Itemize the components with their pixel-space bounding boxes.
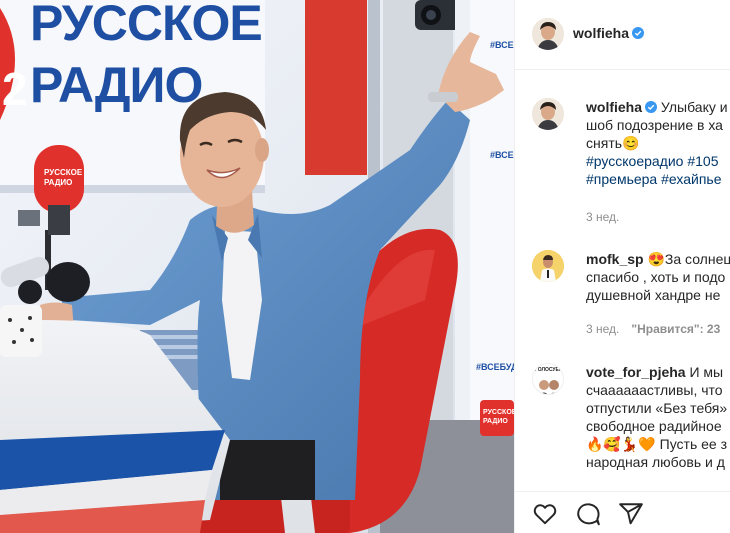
studio-logo-line2: РАДИО xyxy=(30,57,203,113)
side-logo-line1: РУССКОЕ xyxy=(483,409,514,416)
comment-avatar[interactable]: ГОЛОСУЕМ xyxy=(532,363,564,395)
comment-body: vote_for_pjeha И мы счаааааастливы, что … xyxy=(586,363,730,471)
smiling-face-icon: 😊 xyxy=(622,135,640,151)
caption-text-1: Улыбаку и xyxy=(660,99,728,115)
comment-likes[interactable]: "Нравится": 23 xyxy=(631,322,720,336)
caption-line-3: снять😊 xyxy=(586,134,730,152)
caption-line-1: wolfieha Улыбаку и xyxy=(586,98,730,116)
verified-badge-icon xyxy=(645,101,658,113)
mic-logo-line1: РУССКОЕ xyxy=(44,168,83,177)
caption-text-3: снять xyxy=(586,135,623,151)
comment-text-1: За солнец xyxy=(664,251,730,267)
caption-hashtags-1[interactable]: #русскоерадио #105 xyxy=(586,152,730,170)
comment-username[interactable]: vote_for_pjeha xyxy=(586,364,686,380)
comment-body: mofk_sp 😍За солнец спасибо , хоть и подо… xyxy=(586,250,730,304)
comment-time: 3 нед. xyxy=(586,322,620,336)
side-tag-2: #ВСЕБ xyxy=(490,150,514,160)
comment-line-5: 🔥🥰💃🧡 Пусть ее з xyxy=(586,435,730,453)
comment-text-5: Пусть ее з xyxy=(659,436,728,452)
side-tag-1: #ВСЕБ xyxy=(490,40,514,50)
caption-time: 3 нед. xyxy=(586,210,620,224)
comment-meta: 3 нед. "Нравится": 23 xyxy=(586,322,720,336)
caption-hashtags-2[interactable]: #премьера #ехайпье xyxy=(586,170,730,188)
caption-body: wolfieha Улыбаку и шоб подозрение в ха с… xyxy=(586,98,730,188)
comment-text-4: свободное радийное xyxy=(586,418,722,434)
heart-eyes-icon: 😍 xyxy=(647,251,665,267)
comment-text-6: народная любовь и д xyxy=(586,454,725,470)
verified-badge-icon xyxy=(632,27,645,39)
comment-text-2: счаааааастливы, что xyxy=(586,382,723,398)
side-logo-line2: РАДИО xyxy=(483,418,508,425)
comment-avatar-image xyxy=(532,250,564,282)
header-username-row: wolfieha xyxy=(573,25,645,43)
comment-line-1: mofk_sp 😍За солнец xyxy=(586,250,730,268)
emoji-row-icons: 🔥🥰💃🧡 xyxy=(586,436,656,452)
comment-text-2: спасибо , хоть и подо xyxy=(586,269,726,285)
caption-avatar-image xyxy=(532,98,564,130)
action-bar xyxy=(515,491,730,533)
comment-text-3: душевной хандре не xyxy=(586,287,721,303)
comment-text-1: И мы xyxy=(689,364,724,380)
comments-list: wolfieha Улыбаку и шоб подозрение в ха с… xyxy=(515,71,730,491)
mic-logo-text: РУССКОЕ РАДИО xyxy=(44,168,82,188)
comment-username[interactable]: mofk_sp xyxy=(586,251,644,267)
comment-avatar-caption: ГОЛОСУЕМ xyxy=(534,367,564,373)
comment-avatar[interactable] xyxy=(532,250,564,282)
header-username[interactable]: wolfieha xyxy=(573,25,629,41)
studio-logo-line1: РУССКОЕ xyxy=(30,0,263,51)
mic-logo-line2: РАДИО xyxy=(44,178,73,187)
post-header: wolfieha xyxy=(515,0,730,70)
comment-text-3: отпустили «Без тебя» xyxy=(586,400,728,416)
caption-text-2: шоб подозрение в ха xyxy=(586,117,723,133)
comment-line-1: vote_for_pjeha И мы xyxy=(586,363,730,381)
side-logo: РУССКОЕ РАДИО xyxy=(480,400,514,436)
post-photo[interactable]: 2 РУССКОЕ РАДИО РУССКОЕ РАДИО #ВСЕ #ВСЕ … xyxy=(0,0,514,533)
avatar-image xyxy=(532,18,564,50)
caption-username[interactable]: wolfieha xyxy=(586,99,642,115)
caption-avatar[interactable] xyxy=(532,98,564,130)
share-icon[interactable] xyxy=(618,501,644,527)
post-sidebar: wolfieha wolfieha Улыбаку и шоб подозрен… xyxy=(514,0,730,533)
avatar[interactable] xyxy=(532,18,564,50)
heart-icon[interactable] xyxy=(532,501,558,527)
svg-text:2: 2 xyxy=(2,63,28,115)
studio-logo-text: РУССКОЕ РАДИО xyxy=(30,0,263,116)
side-tag-3: #ВСЕБУД xyxy=(476,362,514,372)
comment-icon[interactable] xyxy=(575,501,601,527)
